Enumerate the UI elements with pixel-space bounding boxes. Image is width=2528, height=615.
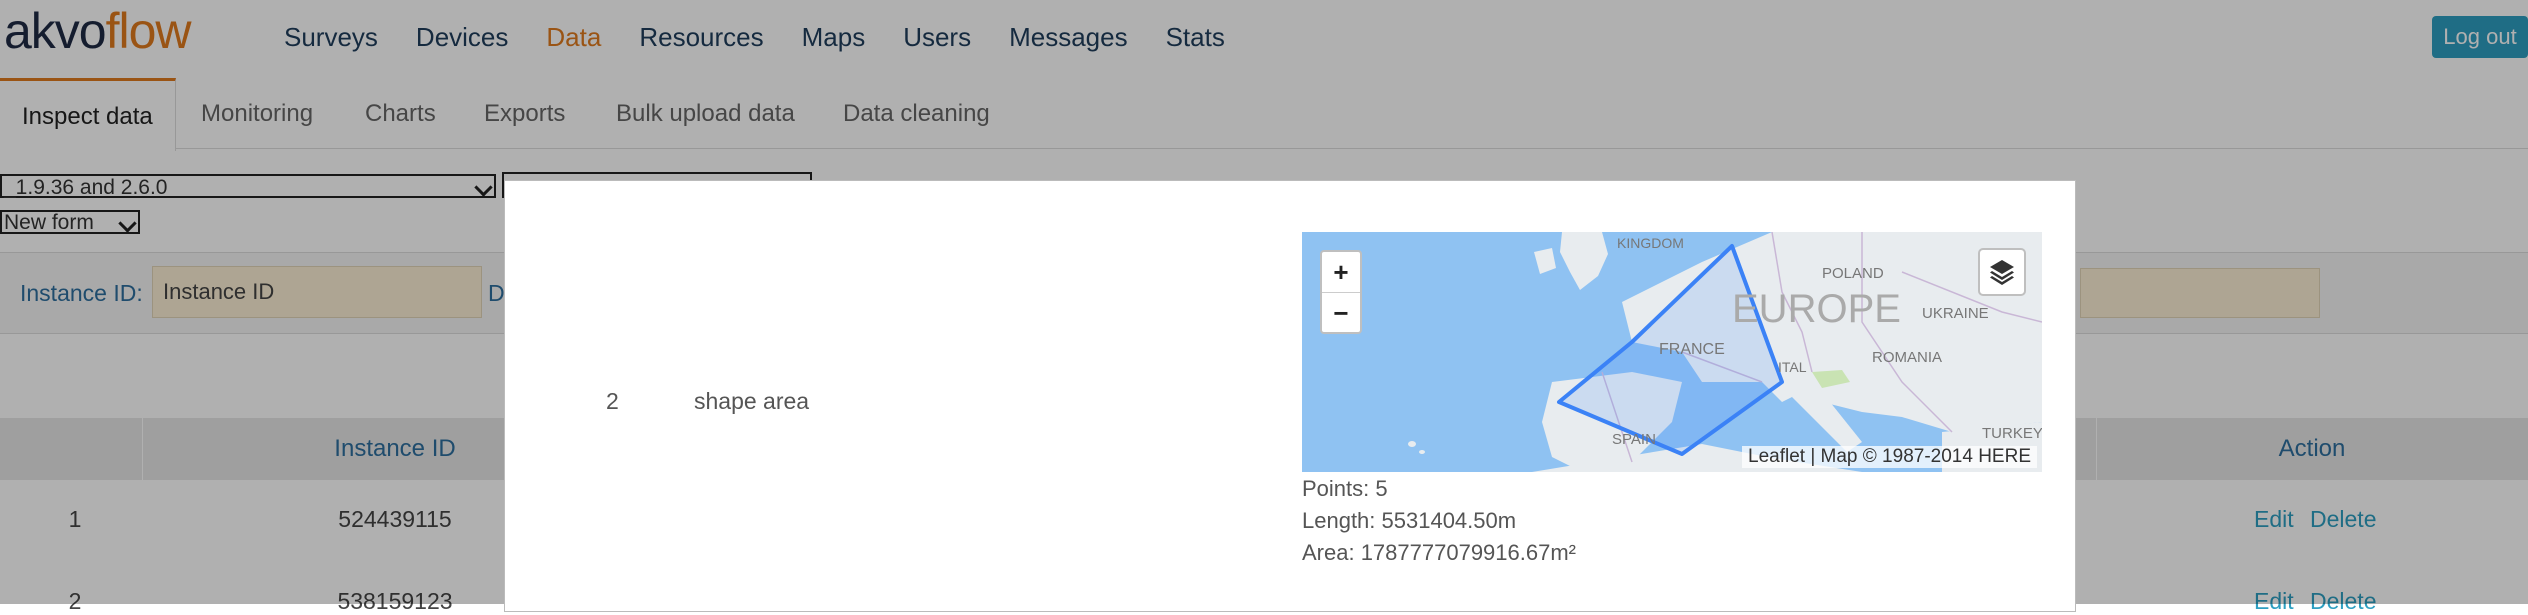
layers-icon [1990, 260, 2014, 285]
map-label: UKRAINE [1922, 305, 1989, 322]
question-label: shape area [694, 388, 810, 414]
map-label: POLAND [1822, 265, 1884, 282]
map-label: SPAIN [1612, 431, 1656, 448]
map-zoom-control: + − [1320, 250, 1362, 334]
zoom-out-button[interactable]: − [1322, 293, 1360, 333]
shape-length: Length: 5531404.50m [1302, 508, 1517, 533]
map-label: ITAL [1778, 359, 1807, 375]
map-label: TURKEY [1982, 425, 2042, 442]
map-label: KINGDOM [1617, 235, 1684, 251]
map-attribution[interactable]: Leaflet | Map © 1987-2014 HERE [1742, 446, 2037, 468]
map-label: ROMANIA [1872, 349, 1942, 366]
shape-area: Area: 1787777079916.67m² [1302, 540, 1576, 565]
question-number: 2 [606, 388, 619, 414]
zoom-in-button[interactable]: + [1322, 252, 1360, 293]
map-label: EUROPE [1732, 287, 1901, 331]
shape-points: Points: 5 [1302, 476, 1388, 501]
map-tiles: KINGDOM POLAND EUROPE UKRAINE FRANCE ROM… [1302, 232, 2042, 472]
shape-map[interactable]: KINGDOM POLAND EUROPE UKRAINE FRANCE ROM… [1302, 232, 2042, 472]
map-label: FRANCE [1659, 341, 1725, 358]
layers-button[interactable] [1978, 248, 2026, 296]
